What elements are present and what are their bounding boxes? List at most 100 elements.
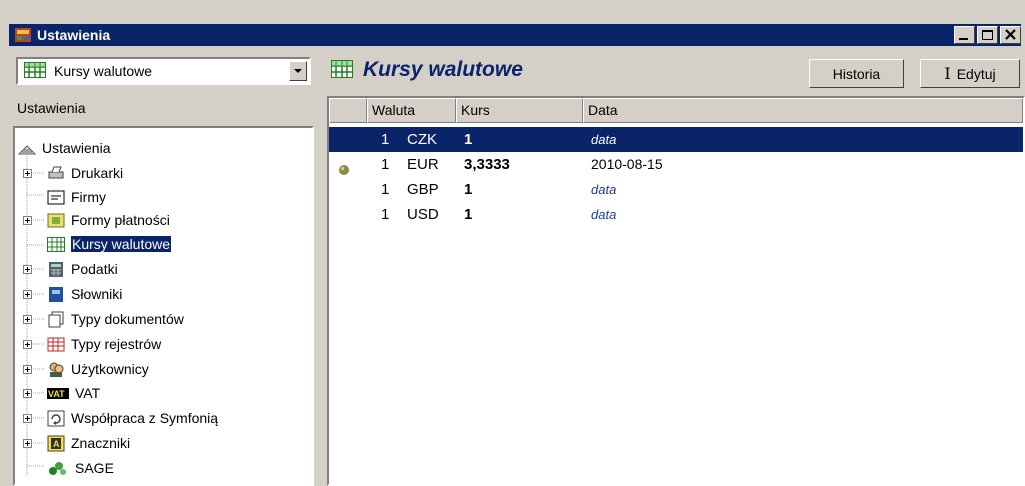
grid-icon [24,61,46,81]
column-header-waluta[interactable]: Waluta [367,98,456,123]
cell-qty: 1 [381,156,390,173]
cell-date: data [591,182,617,197]
title-bar[interactable]: Ustawienia [9,24,1021,46]
tree-item-slowniki[interactable]: Słowniki [47,282,122,306]
tree-item-firmy[interactable]: Firmy [47,185,106,209]
tree-item-podatki[interactable]: Podatki [47,257,118,281]
cell-currency: GBP [407,181,439,198]
tree-item-label: Słowniki [71,286,123,302]
column-header-data[interactable]: Data [583,98,1023,123]
table-row[interactable]: 1 CZK 1 data [329,127,1023,152]
app-icon [14,26,32,44]
vat-icon: VAT [47,385,69,402]
tree-item-znaczniki[interactable]: A Znaczniki [47,431,130,455]
cell-rate: 1 [464,181,473,198]
tree-item-typy-dokumentow[interactable]: Typy dokumentów [47,307,184,331]
expand-toggle[interactable] [23,169,32,178]
history-button[interactable]: Historia [809,59,904,88]
chevron-down-icon[interactable] [289,61,307,81]
category-combobox[interactable]: Kursy walutowe [16,57,311,85]
grid-icon [47,236,65,253]
minimize-button[interactable] [954,26,975,44]
tree-item-label: Kursy walutowe [69,235,173,253]
tree-item-label: Użytkownicy [71,361,149,377]
expand-toggle[interactable] [23,414,32,423]
tree-item-label: Formy płatności [71,212,170,228]
svg-text:A: A [53,439,60,449]
cell-date: 2010-08-15 [591,156,663,172]
close-button[interactable] [1000,26,1021,44]
main-panel: Kursy walutowe Historia I Edytuj Waluta … [318,48,1025,486]
settings-tree[interactable]: Ustawienia Drukarki Firmy Formy płatnośc… [13,126,314,486]
cell-currency: CZK [407,131,437,148]
tree-item-label: Ustawienia [42,140,111,156]
payment-icon [47,212,65,229]
dictionary-icon [47,286,65,303]
table-row[interactable]: 1 USD 1 data [329,202,1023,227]
documents-icon [47,311,65,328]
panel-header: Kursy walutowe [318,48,1025,92]
grid-icon [331,59,353,81]
svg-text:VAT: VAT [48,389,65,399]
expand-toggle[interactable] [23,439,32,448]
sync-icon [47,410,65,427]
tree-item-label: Drukarki [71,165,124,181]
expand-toggle[interactable] [23,315,32,324]
expand-toggle[interactable] [23,290,32,299]
tree-item-label: Podatki [71,261,118,277]
tree-item-typy-rejestrow[interactable]: Typy rejestrów [47,332,161,356]
expand-toggle[interactable] [23,389,32,398]
maximize-button[interactable] [977,26,998,44]
expand-toggle[interactable] [23,265,32,274]
printer-icon [47,165,65,182]
sidebar-section-label: Ustawienia [17,100,86,116]
tree-item-label: VAT [75,385,101,401]
tree-item-vat[interactable]: VAT VAT [47,381,100,405]
tree-item-wspolpraca[interactable]: Współpraca z Symfonią [47,406,218,430]
expand-toggle[interactable] [23,365,32,374]
marker-icon: A [47,435,65,452]
edit-button[interactable]: I Edytuj [920,59,1020,88]
settings-window: Ustawienia Kursy walutowe Ustawienia Ust… [0,0,1025,486]
text-cursor-icon: I [944,64,951,83]
sage-icon [47,460,69,477]
currency-rates-table[interactable]: Waluta Kurs Data 1 CZK 1 data 1 EUR 3,33… [327,96,1025,486]
table-row[interactable]: 1 GBP 1 data [329,177,1023,202]
cell-date: data [591,132,617,147]
cell-currency: USD [407,206,439,223]
expand-toggle[interactable] [23,340,32,349]
tree-item-label: Współpraca z Symfonią [71,410,219,426]
tree-item-formy-platnosci[interactable]: Formy płatności [47,208,170,232]
close-icon [1005,29,1016,40]
marker-dot-icon [338,159,350,175]
tree-item-kursy-walutowe[interactable]: Kursy walutowe [47,232,173,256]
expand-toggle[interactable] [23,216,32,225]
cell-qty: 1 [381,181,390,198]
tree-item-uzytkownicy[interactable]: Użytkownicy [47,357,149,381]
company-icon [47,189,65,206]
cell-rate: 3,3333 [464,156,510,173]
tree-item-label: Typy rejestrów [71,336,162,352]
tree-item-sage[interactable]: SAGE [47,456,114,480]
table-row[interactable]: 1 EUR 3,3333 2010-08-15 [329,152,1023,177]
tree-item-ustawienia[interactable]: Ustawienia [17,136,111,160]
tree-item-label: Typy dokumentów [71,311,184,327]
cell-rate: 1 [464,206,473,223]
history-button-label: Historia [832,65,881,82]
tree-item-drukarki[interactable]: Drukarki [47,161,123,185]
minimize-icon [959,38,968,40]
register-icon [47,336,65,353]
combo-value: Kursy walutowe [54,63,153,79]
cell-date: data [591,207,617,222]
edit-button-label: Edytuj [956,65,996,82]
network-icon [17,140,37,157]
tree-item-label: Firmy [71,189,106,205]
calculator-icon [47,261,65,278]
maximize-icon [982,30,993,40]
cell-currency: EUR [407,156,439,173]
cell-qty: 1 [381,206,390,223]
cell-rate: 1 [464,131,473,148]
column-header-kurs[interactable]: Kurs [456,98,583,123]
users-icon [47,361,65,378]
tree-item-label: SAGE [75,460,114,476]
